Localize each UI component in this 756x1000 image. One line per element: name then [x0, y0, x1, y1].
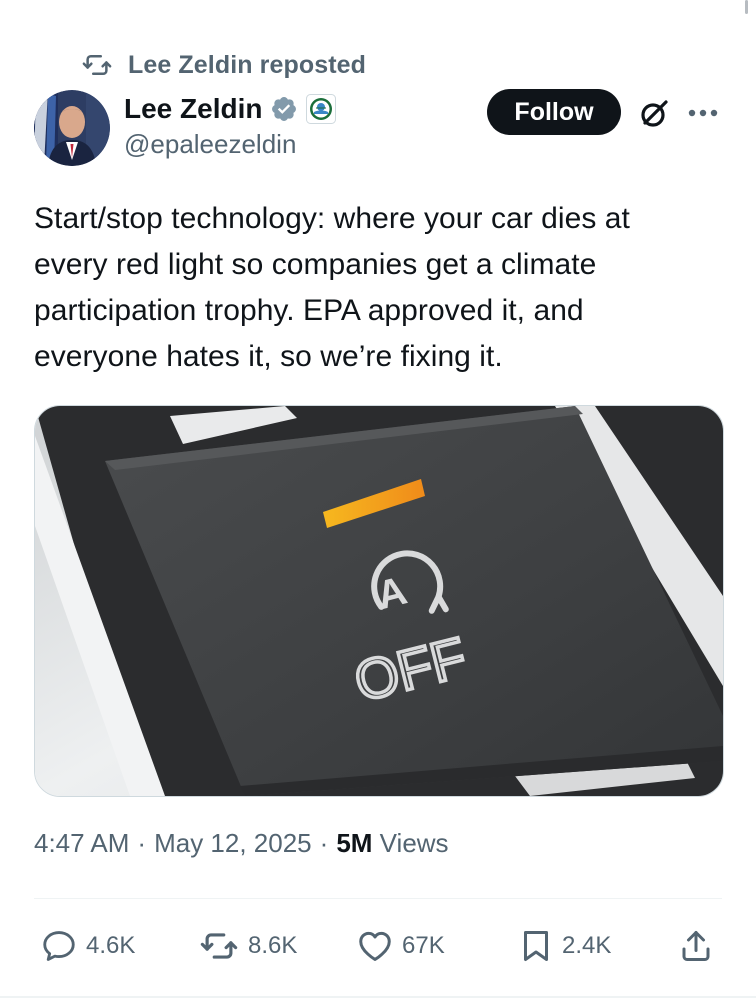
- repost-count: 8.6K: [248, 932, 298, 959]
- more-options-icon[interactable]: [686, 98, 720, 128]
- bookmark-count: 2.4K: [562, 932, 612, 959]
- meta-separator: ·: [319, 828, 329, 858]
- avatar[interactable]: [34, 90, 110, 166]
- share-button[interactable]: [678, 923, 714, 969]
- heart-icon: [356, 927, 394, 965]
- author-handle[interactable]: @epaleezeldin: [124, 129, 296, 160]
- reply-button[interactable]: 4.6K: [40, 923, 135, 969]
- repost-label: Lee Zeldin reposted: [128, 50, 367, 79]
- tweet-time[interactable]: 4:47 AM: [34, 828, 129, 859]
- tweet-text: Start/stop technology: where your car di…: [34, 202, 630, 373]
- tweet-date[interactable]: May 12, 2025: [154, 828, 312, 859]
- divider: [34, 898, 722, 899]
- reply-count: 4.6K: [86, 932, 136, 959]
- bookmark-button[interactable]: 2.4K: [518, 923, 611, 969]
- reply-icon: [40, 927, 78, 965]
- verified-badge-icon[interactable]: [270, 95, 298, 123]
- divider: [0, 996, 756, 998]
- grok-icon[interactable]: [636, 96, 672, 132]
- tweet-meta: 4:47 AM · May 12, 2025 · 5M Views: [34, 828, 449, 859]
- bookmark-icon: [518, 926, 554, 966]
- repost-icon: [198, 927, 240, 965]
- repost-icon: [80, 50, 114, 80]
- repost-context[interactable]: Lee Zeldin reposted: [80, 48, 366, 82]
- author-name-line: Lee Zeldin: [124, 89, 337, 129]
- views-count: 5M: [336, 828, 373, 858]
- like-button[interactable]: 67K: [356, 923, 445, 969]
- scrollbar[interactable]: [745, 0, 748, 14]
- follow-button[interactable]: Follow: [487, 89, 621, 135]
- share-icon: [678, 926, 714, 966]
- meta-separator: ·: [137, 828, 147, 858]
- action-bar: 4.6K 8.6K 67K 2.4K: [34, 923, 722, 969]
- repost-button[interactable]: 8.6K: [198, 923, 297, 969]
- author-display-name[interactable]: Lee Zeldin: [124, 93, 262, 125]
- like-count: 67K: [402, 932, 445, 959]
- views-label: Views: [379, 828, 449, 858]
- epa-seal-icon[interactable]: [306, 94, 337, 124]
- tweet-media-image[interactable]: A OFF: [34, 405, 724, 797]
